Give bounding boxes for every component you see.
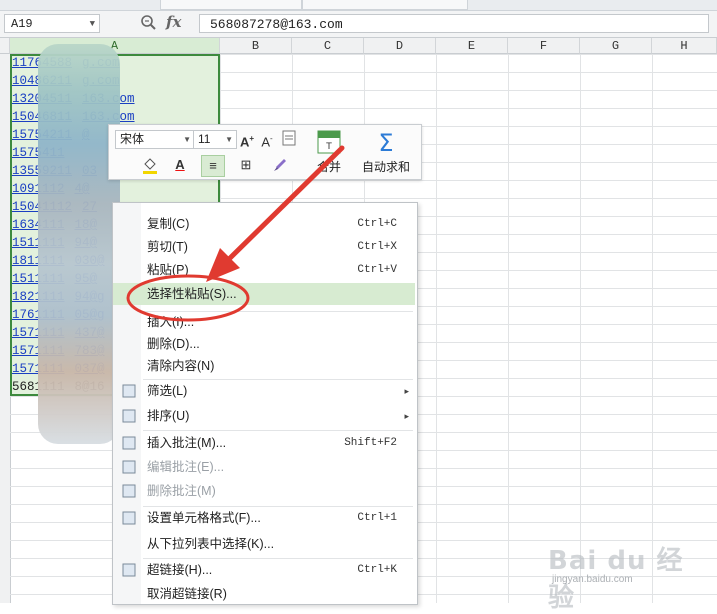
svg-text:Σ: Σ	[378, 130, 393, 154]
name-box[interactable]: A19 ▼	[4, 14, 100, 33]
column-header-d[interactable]: D	[364, 38, 436, 54]
filter-icon	[121, 383, 137, 399]
context-menu-item-label: 选择性粘贴(S)...	[147, 287, 237, 301]
context-menu-shortcut: Shift+F2	[344, 437, 397, 449]
increase-font-icon[interactable]: A+	[239, 129, 255, 149]
context-menu-item-label: 编辑批注(E)...	[147, 460, 225, 474]
column-gridline	[580, 54, 581, 603]
context-menu-item[interactable]: 选择性粘贴(S)...	[113, 283, 415, 305]
sort-icon	[121, 408, 137, 424]
column-gridline	[436, 54, 437, 603]
context-menu-item-label: 清除内容(N)	[147, 359, 215, 373]
context-menu-item[interactable]: 筛选(L) ▸	[113, 380, 415, 402]
context-menu-item-label: 插入(I)...	[147, 315, 195, 329]
merge-label: 合并	[316, 160, 341, 174]
context-menu-item-label: 插入批注(M)...	[147, 436, 227, 450]
context-menu-item[interactable]: 排序(U) ▸	[113, 405, 415, 427]
font-name-select[interactable]: 宋体 ▼	[115, 130, 195, 149]
chevron-down-icon: ▼	[183, 135, 191, 144]
context-menu-item[interactable]: 清除内容(N)	[113, 355, 415, 377]
context-menu-item-label: 复制(C)	[147, 217, 190, 231]
decrease-font-icon[interactable]: A-	[259, 129, 275, 149]
font-size-select[interactable]: 11 ▼	[193, 130, 237, 149]
context-menu-item-label: 超链接(H)...	[147, 563, 213, 577]
context-menu-item-label: 从下拉列表中选择(K)...	[147, 537, 275, 551]
context-menu-item[interactable]: 剪切(T) Ctrl+X	[113, 236, 415, 258]
menu-separator	[143, 379, 413, 380]
format-painter-icon[interactable]	[271, 155, 289, 175]
add-comment-icon	[121, 435, 137, 451]
pixelated-mask	[38, 44, 120, 444]
context-menu-shortcut: Ctrl+K	[357, 564, 397, 576]
context-menu-item-label: 剪切(T)	[147, 240, 188, 254]
context-menu-item[interactable]: 复制(C) Ctrl+C	[113, 213, 415, 235]
autosum-button[interactable]: Σ 自动求和	[355, 128, 417, 176]
context-menu-item[interactable]: 设置单元格格式(F)... Ctrl+1	[113, 507, 415, 529]
column-header-f[interactable]: F	[508, 38, 580, 54]
menu-separator	[143, 506, 413, 507]
formula-input[interactable]: 568087278@163.com	[199, 14, 709, 33]
context-menu-item-label: 筛选(L)	[147, 384, 188, 398]
zoom-icon[interactable]	[140, 13, 158, 33]
edit-comment-icon	[121, 459, 137, 475]
clear-format-icon[interactable]	[281, 130, 297, 150]
chevron-down-icon: ▼	[225, 135, 233, 144]
fill-color-icon[interactable]	[139, 155, 161, 175]
context-menu-item[interactable]: 插入批注(M)... Shift+F2	[113, 432, 415, 454]
font-color-icon[interactable]: A	[171, 155, 189, 175]
context-menu-item[interactable]: 取消超链接(R)	[113, 583, 415, 605]
borders-icon[interactable]: ⊞	[237, 155, 255, 175]
merge-button[interactable]: T 合并	[309, 128, 349, 176]
context-menu-item[interactable]: 删除批注(M)	[113, 480, 415, 502]
select-all-corner[interactable]	[0, 38, 10, 54]
tab-workbook-2[interactable]	[302, 0, 468, 10]
context-menu-item-label: 设置单元格格式(F)...	[147, 511, 261, 525]
font-size-value: 11	[198, 132, 211, 146]
context-menu-shortcut: Ctrl+1	[357, 512, 397, 524]
mini-toolbar: 宋体 ▼ 11 ▼ A+ A- A ≡ ⊞ T 合并 Σ 自动求和	[108, 124, 422, 180]
context-menu-item[interactable]: 编辑批注(E)...	[113, 456, 415, 478]
context-menu-item-label: 删除批注(M)	[147, 484, 216, 498]
hyperlink-icon	[121, 562, 137, 578]
column-header-g[interactable]: G	[580, 38, 652, 54]
context-menu-shortcut: Ctrl+X	[357, 241, 397, 253]
column-gridline	[508, 54, 509, 603]
align-center-icon[interactable]: ≡	[201, 155, 225, 177]
formula-bar: A19 ▼ fx 568087278@163.com	[0, 11, 717, 38]
name-box-value: A19	[11, 17, 33, 31]
context-menu-item-label: 排序(U)	[147, 409, 190, 423]
menu-separator	[143, 558, 413, 559]
function-icon[interactable]: fx	[166, 13, 181, 31]
menu-separator	[143, 311, 413, 312]
delete-comment-icon	[121, 483, 137, 499]
context-menu-item-label: 取消超链接(R)	[147, 587, 227, 601]
column-header-b[interactable]: B	[220, 38, 292, 54]
context-menu-item-label: 删除(D)...	[147, 337, 200, 351]
column-header-e[interactable]: E	[436, 38, 508, 54]
column-header-h[interactable]: H	[652, 38, 717, 54]
context-menu-shortcut: Ctrl+V	[357, 264, 397, 276]
menu-separator	[143, 430, 413, 431]
context-menu-item-label: 粘贴(P)	[147, 263, 189, 277]
column-header-c[interactable]: C	[292, 38, 364, 54]
svg-text:T: T	[325, 142, 332, 152]
submenu-arrow-icon: ▸	[404, 411, 409, 421]
context-menu-shortcut: Ctrl+C	[357, 218, 397, 230]
submenu-arrow-icon: ▸	[404, 386, 409, 396]
context-menu-item[interactable]: 粘贴(P) Ctrl+V	[113, 259, 415, 281]
context-menu-item[interactable]: 插入(I)...	[113, 311, 415, 333]
context-menu-item[interactable]: 超链接(H)... Ctrl+K	[113, 559, 415, 581]
context-menu-item[interactable]: 从下拉列表中选择(K)...	[113, 533, 415, 555]
font-name-value: 宋体	[120, 132, 145, 146]
context-menu-item[interactable]: 删除(D)...	[113, 333, 415, 355]
format-cells-icon	[121, 510, 137, 526]
tab-strip	[0, 0, 717, 11]
column-gridline	[652, 54, 653, 603]
context-menu: 复制(C) Ctrl+C 剪切(T) Ctrl+X 粘贴(P) Ctrl+V 选择性粘贴(S…	[112, 202, 418, 605]
chevron-down-icon[interactable]: ▼	[90, 15, 95, 34]
tab-workbook-1[interactable]	[160, 0, 302, 10]
autosum-label: 自动求和	[361, 160, 410, 174]
